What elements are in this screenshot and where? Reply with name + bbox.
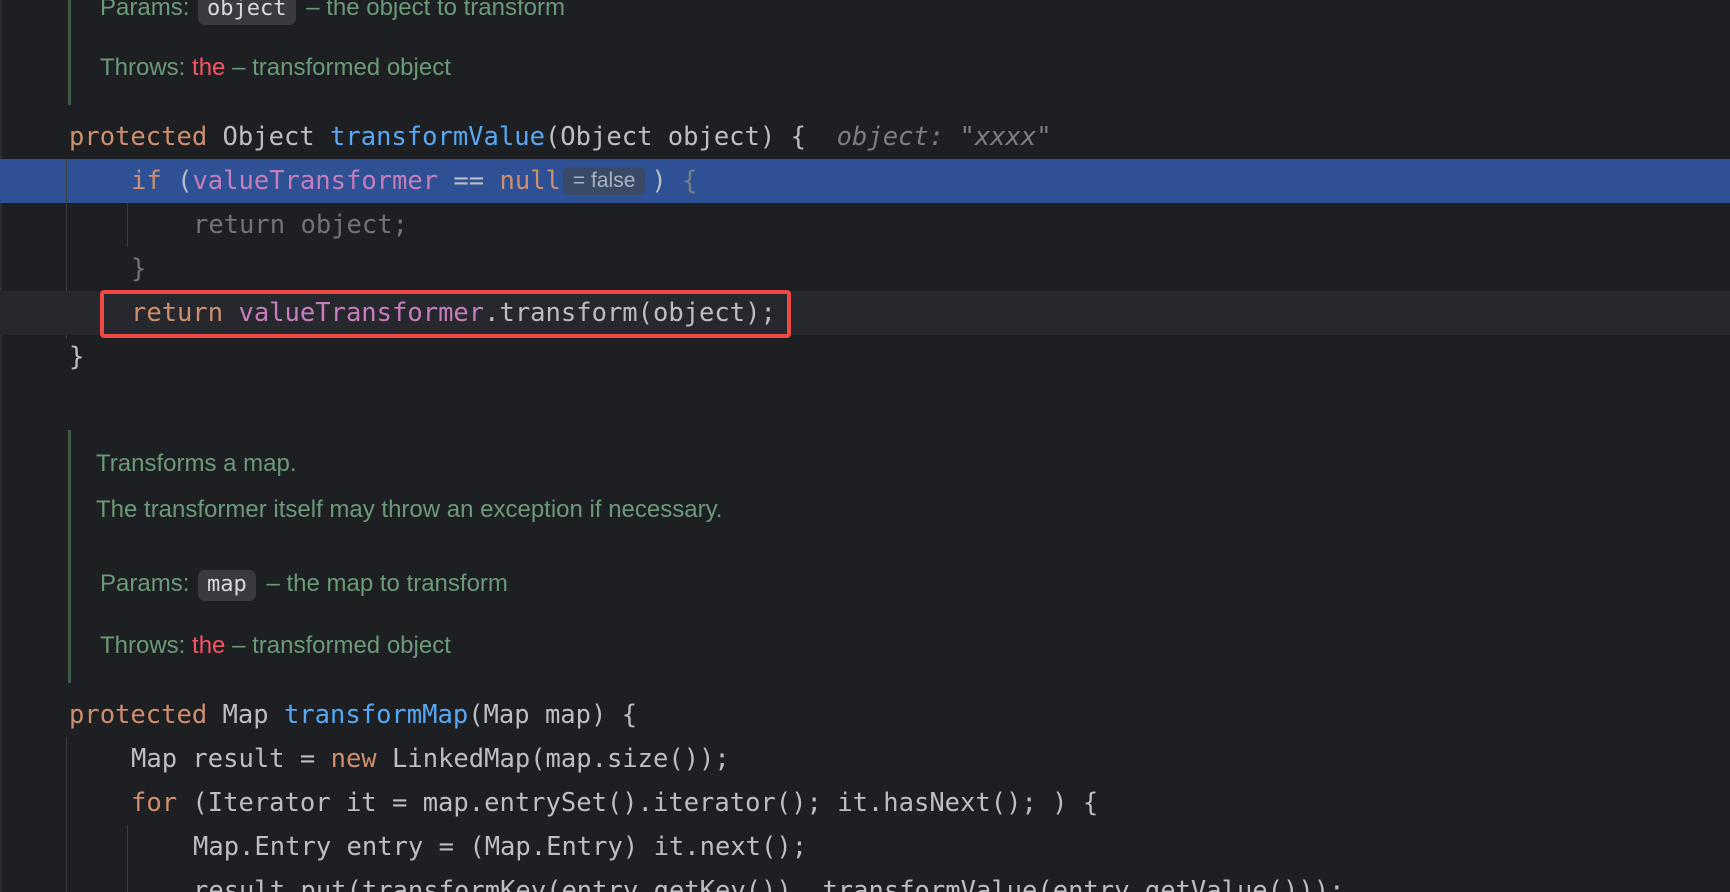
doc-param-chip[interactable]: object — [198, 0, 296, 25]
doc2-description: The transformer itself may throw an exce… — [96, 496, 723, 523]
keyword-protected: protected — [69, 122, 208, 152]
doc-comment-bar-2 — [68, 430, 71, 683]
result-decl-rest: LinkedMap(map.size()); — [376, 744, 730, 774]
debug-inlay-value[interactable]: = false — [562, 167, 646, 195]
code-line-result-put[interactable]: result.put(transformKey(entry.getKey()),… — [0, 869, 1730, 892]
for-loop-rest: (Iterator it = map.entrySet().iterator()… — [177, 788, 1099, 818]
code-line-current-execution[interactable]: if (valueTransformer == null = false) { — [0, 159, 1730, 203]
doc2-params-line: Params: map – the map to transform — [100, 569, 508, 601]
doc-throws-text: – transformed object — [232, 54, 451, 81]
doc-throws-label: Throws: — [100, 54, 186, 81]
doc-params-text: – the object to transform — [306, 0, 565, 21]
doc2-throws-text: – transformed object — [232, 632, 451, 659]
brace-open: { — [682, 166, 698, 196]
entry-decl: Map.Entry entry = (Map.Entry) it.next(); — [193, 832, 808, 862]
method2-name[interactable]: transformMap — [284, 700, 468, 730]
inner-return-statement: return object; — [193, 210, 408, 240]
brace-close-if: } — [131, 254, 147, 284]
keyword-new: new — [330, 744, 377, 774]
code-line-for-loop[interactable]: for (Iterator it = map.entrySet().iterat… — [0, 781, 1730, 825]
doc2-params-label: Params: — [100, 570, 190, 597]
keyword-for: for — [131, 788, 178, 818]
method-params: (Object object) { — [544, 122, 806, 152]
doc-params-line: Params: object – the object to transform — [100, 0, 565, 25]
code-line-entry-decl[interactable]: Map.Entry entry = (Map.Entry) it.next(); — [0, 825, 1730, 869]
red-annotation-box — [100, 290, 791, 338]
doc-comment-bar — [68, 0, 71, 105]
code-line-close-if[interactable]: } — [0, 247, 1730, 291]
doc-params-label: Params: — [100, 0, 190, 21]
debug-value-hint: object: "xxxx" — [836, 122, 1052, 152]
code-line-return-object[interactable]: return object; — [0, 203, 1730, 247]
code-line-result-decl[interactable]: Map result = new LinkedMap(map.size()); — [0, 737, 1730, 781]
keyword-if: if — [131, 166, 162, 196]
code-line-method2-signature[interactable]: protected Map transformMap(Map map) { — [0, 693, 1730, 737]
return-type-2: Map — [222, 700, 269, 730]
doc2-param-chip[interactable]: map — [198, 570, 256, 601]
doc2-params-text: – the map to transform — [266, 570, 508, 597]
method-name[interactable]: transformValue — [330, 122, 545, 152]
doc-throws-unresolved[interactable]: the — [192, 54, 225, 81]
doc2-summary: Transforms a map. — [96, 450, 297, 477]
doc2-throws-label: Throws: — [100, 632, 186, 659]
paren-close: ) — [651, 166, 667, 196]
keyword-null: null — [499, 166, 561, 196]
doc2-throws-unresolved[interactable]: the — [192, 632, 225, 659]
return-type: Object — [222, 122, 315, 152]
keyword-protected-2: protected — [69, 700, 208, 730]
code-line-method-signature[interactable]: protected Object transformValue(Object o… — [0, 115, 1730, 159]
result-decl-prefix: Map result = — [131, 744, 331, 774]
paren-open: ( — [161, 166, 193, 196]
code-line-close-method[interactable]: } — [0, 335, 1730, 379]
operator-equals: == — [438, 166, 500, 196]
doc-throws-line: Throws: the – transformed object — [100, 53, 451, 83]
brace-close-method: } — [69, 342, 85, 372]
method2-params: (Map map) { — [468, 700, 638, 730]
field-valueTransformer[interactable]: valueTransformer — [192, 166, 438, 196]
doc2-throws-line: Throws: the – transformed object — [100, 631, 451, 661]
result-put: result.put(transformKey(entry.getKey()),… — [193, 876, 1345, 892]
